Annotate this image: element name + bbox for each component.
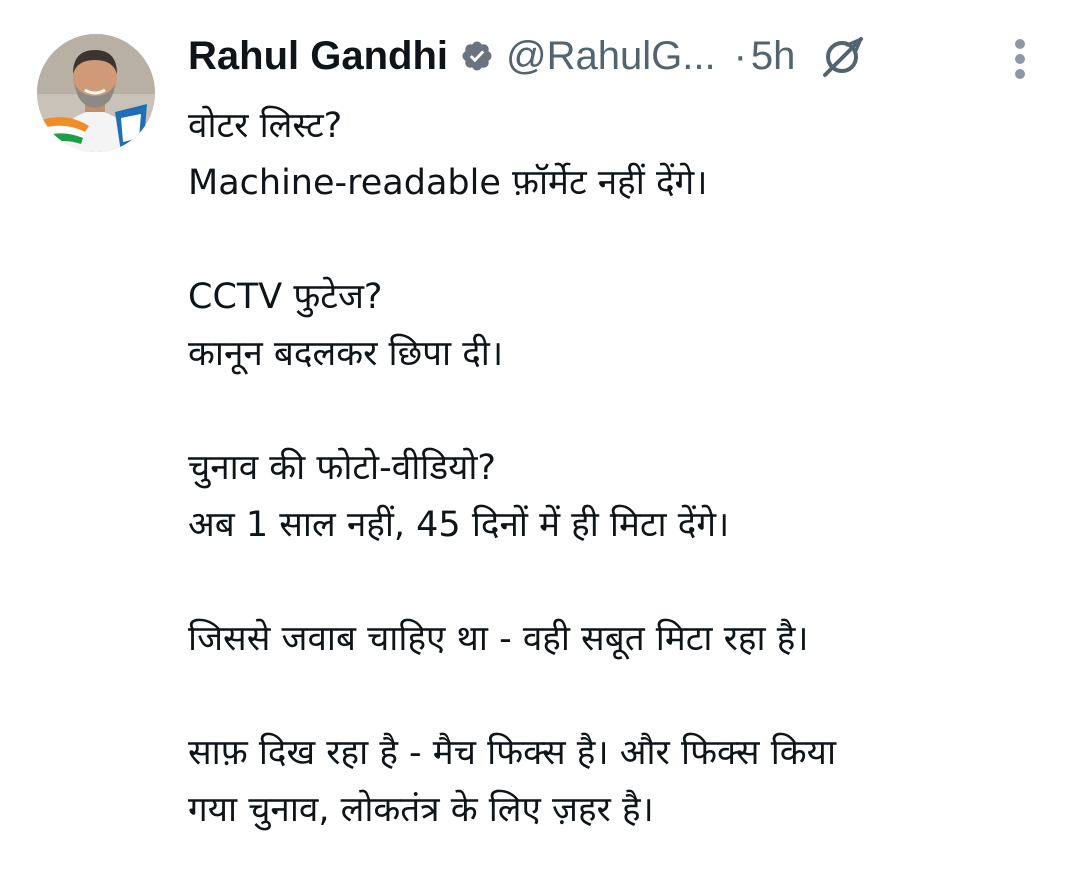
tweet-line: कानून बदलकर छिपा दी। bbox=[188, 334, 504, 374]
tweet-line: वोटर लिस्ट? bbox=[188, 106, 343, 146]
tweet: Rahul Gandhi @RahulG... · 5h वोटर लिस्ट?… bbox=[0, 0, 1073, 879]
author-name[interactable]: Rahul Gandhi bbox=[188, 34, 448, 79]
tweet-text: वोटर लिस्ट? Machine-readable फ़ॉर्मेट नह… bbox=[188, 98, 1038, 839]
tweet-line: चुनाव की फोटो-वीडियो? bbox=[188, 448, 497, 488]
avatar-image bbox=[37, 34, 155, 152]
verified-badge-icon bbox=[460, 39, 494, 73]
avatar[interactable] bbox=[37, 34, 155, 152]
tweet-line: साफ़ दिख रहा है - मैच फिक्स है। और फिक्स… bbox=[188, 733, 837, 773]
author-handle[interactable]: @RahulG... bbox=[506, 34, 716, 79]
tweet-line: CCTV फुटेज? bbox=[188, 277, 383, 317]
tweet-line: जिससे जवाब चाहिए था - वही सबूत मिटा रहा … bbox=[188, 619, 809, 659]
tweet-header: Rahul Gandhi @RahulG... · 5h bbox=[188, 26, 867, 86]
timestamp[interactable]: 5h bbox=[751, 34, 796, 79]
tweet-line: गया चुनाव, लोकतंत्र के लिए ज़हर है। bbox=[188, 790, 654, 830]
grok-slash-circle-icon[interactable] bbox=[817, 31, 867, 81]
tweet-line: अब 1 साल नहीं, 45 दिनों में ही मिटा देंग… bbox=[188, 505, 730, 545]
more-vertical-icon[interactable] bbox=[1007, 36, 1033, 82]
tweet-line: Machine-readable फ़ॉर्मेट नहीं देंगे। bbox=[188, 163, 708, 203]
meta-separator: · bbox=[733, 33, 747, 78]
